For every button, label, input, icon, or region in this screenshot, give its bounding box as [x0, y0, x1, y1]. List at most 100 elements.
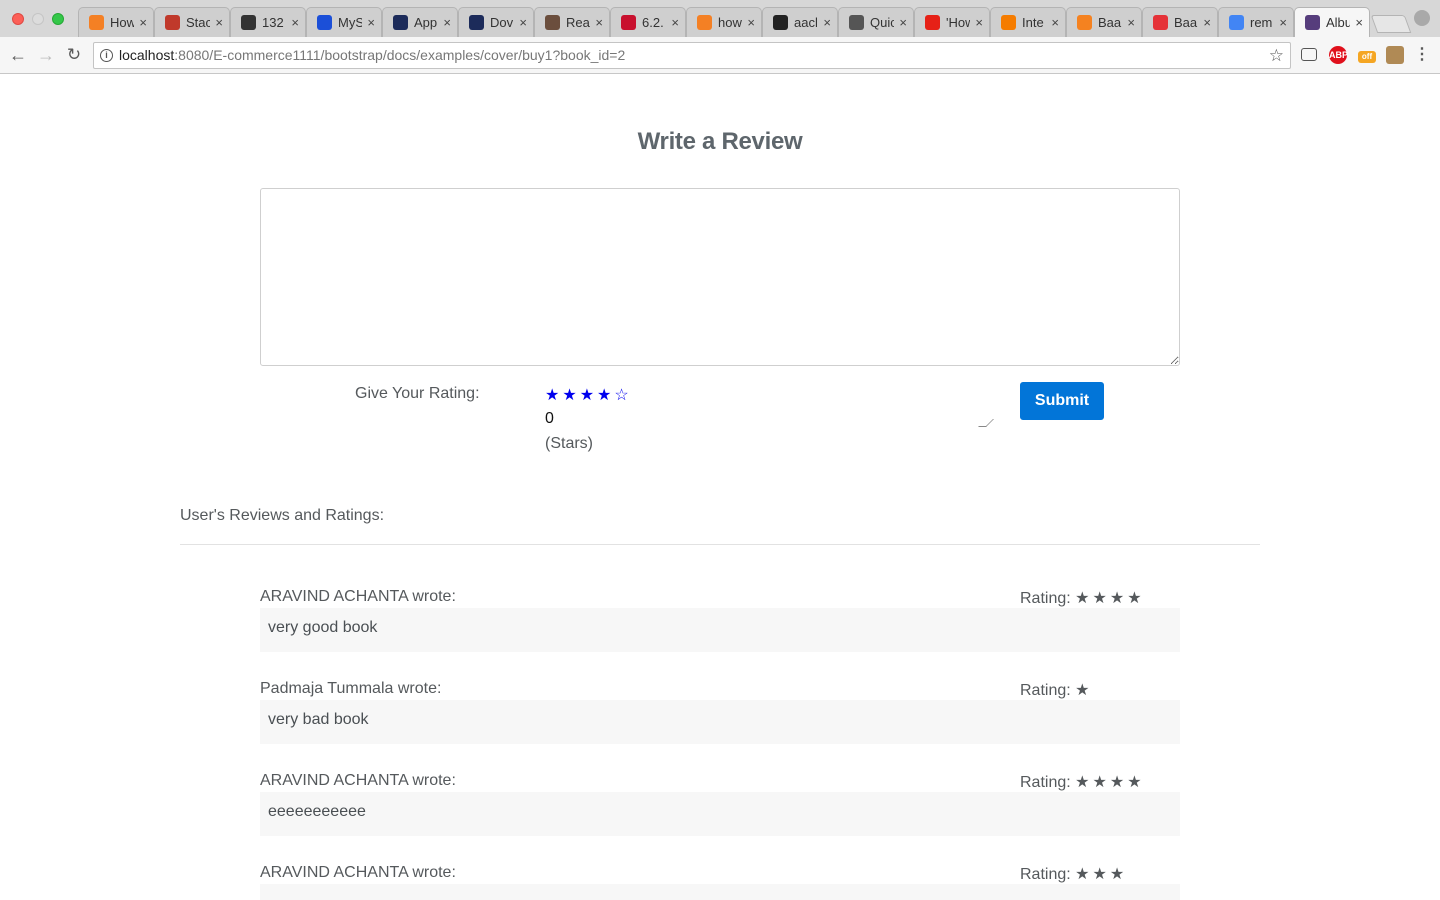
- rating-stars: ★: [1075, 682, 1093, 699]
- review-rating: Rating: ★★★: [1020, 864, 1127, 884]
- browser-tab[interactable]: How ×: [78, 7, 154, 37]
- tab-label: Quic: [870, 15, 894, 30]
- close-tab-icon[interactable]: ×: [595, 15, 603, 30]
- review-author: Padmaja Tummala wrote:: [260, 680, 442, 697]
- close-tab-icon[interactable]: ×: [975, 15, 983, 30]
- browser-tab[interactable]: Quic ×: [838, 7, 914, 37]
- close-tab-icon[interactable]: ×: [899, 15, 907, 30]
- close-tab-icon[interactable]: ×: [139, 15, 147, 30]
- eye-icon: [393, 15, 408, 30]
- close-tab-icon[interactable]: ×: [671, 15, 679, 30]
- reviews-heading: User's Reviews and Ratings:: [180, 507, 385, 524]
- avatar-icon: [545, 15, 560, 30]
- review-textarea[interactable]: [260, 188, 1180, 366]
- extension-icon[interactable]: [1386, 46, 1404, 64]
- bookmark-star-icon[interactable]: ☆: [1269, 43, 1284, 68]
- info-icon[interactable]: i: [100, 49, 113, 62]
- close-tab-icon[interactable]: ×: [823, 15, 831, 30]
- tab-label: How: [110, 15, 134, 30]
- browser-tab[interactable]: Inte ×: [990, 7, 1066, 37]
- profile-icon[interactable]: [1414, 10, 1430, 26]
- review-author: ARAVIND ACHANTA wrote:: [260, 864, 456, 881]
- forward-icon[interactable]: →: [36, 45, 56, 65]
- browser-tab[interactable]: 6.2. ×: [610, 7, 686, 37]
- review-rating: Rating: ★★★★: [1020, 588, 1145, 608]
- browser-tab[interactable]: Albu ×: [1294, 7, 1370, 37]
- tab-label: Inte: [1022, 15, 1044, 30]
- tab-label: App: [414, 15, 438, 30]
- tab-label: Baa: [1174, 15, 1198, 30]
- review-item: ARAVIND ACHANTA wrote: Rating: ★★★★ very g…: [260, 588, 1180, 652]
- book-icon: [849, 15, 864, 30]
- browser-tab[interactable]: Dov ×: [458, 7, 534, 37]
- close-tab-icon[interactable]: ×: [519, 15, 527, 30]
- rating-value-field[interactable]: 0: [545, 410, 994, 427]
- bootstrap-icon: [1305, 15, 1320, 30]
- back-icon[interactable]: ←: [8, 45, 28, 65]
- review-rating: Rating: ★: [1020, 680, 1093, 700]
- close-tab-icon[interactable]: ×: [1279, 15, 1287, 30]
- resize-grip-icon[interactable]: [978, 419, 994, 427]
- rating-stars: ★★★★: [1075, 590, 1145, 607]
- browser-tab[interactable]: Stac ×: [154, 7, 230, 37]
- browser-tab[interactable]: Baa ×: [1066, 7, 1142, 37]
- close-window-button[interactable]: [12, 13, 24, 25]
- new-tab-button[interactable]: [1370, 15, 1412, 33]
- stars-unit-label: (Stars): [545, 435, 593, 452]
- stackoverflow-icon: [697, 15, 712, 30]
- review-text: eeeeeeeeeee: [260, 792, 1180, 836]
- review-text: [260, 884, 1180, 900]
- stackexchange-icon: [165, 15, 180, 30]
- coupon-extension-icon[interactable]: off: [1358, 51, 1376, 63]
- close-tab-icon[interactable]: ×: [1051, 15, 1059, 30]
- ebay-icon: [1153, 15, 1168, 30]
- gear-icon: [241, 15, 256, 30]
- rating-prefix: Rating:: [1020, 590, 1071, 607]
- close-tab-icon[interactable]: ×: [367, 15, 375, 30]
- maximize-window-button[interactable]: [52, 13, 64, 25]
- rating-prefix: Rating:: [1020, 774, 1071, 791]
- cast-icon[interactable]: [1301, 48, 1317, 61]
- rating-prefix: Rating:: [1020, 682, 1071, 699]
- address-bar[interactable]: i localhost:8080/E-commerce1111/bootstra…: [93, 42, 1291, 69]
- browser-tab[interactable]: MyS ×: [306, 7, 382, 37]
- tab-label: 132: [262, 15, 284, 30]
- dr-icon: [621, 15, 636, 30]
- browser-tab[interactable]: rem ×: [1218, 7, 1294, 37]
- stackoverflow-icon: [89, 15, 104, 30]
- close-tab-icon[interactable]: ×: [215, 15, 223, 30]
- baeldung-icon: [1077, 15, 1092, 30]
- adblock-icon[interactable]: ABP: [1329, 46, 1348, 64]
- rating-value: 0: [545, 410, 554, 427]
- eye-icon: [469, 15, 484, 30]
- review-item: ARAVIND ACHANTA wrote: Rating: ★★★★ eeeeee…: [260, 772, 1180, 836]
- close-tab-icon[interactable]: ×: [291, 15, 299, 30]
- browser-tab[interactable]: 132 ×: [230, 7, 306, 37]
- close-tab-icon[interactable]: ×: [1127, 15, 1135, 30]
- reload-icon[interactable]: ↻: [64, 45, 84, 65]
- tab-label: Dov: [490, 15, 514, 30]
- close-tab-icon[interactable]: ×: [1203, 15, 1211, 30]
- browser-tab[interactable]: Baa ×: [1142, 7, 1218, 37]
- browser-toolbar: ← → ↻ i localhost:8080/E-commerce1111/bo…: [0, 37, 1440, 74]
- browser-tab[interactable]: how ×: [686, 7, 762, 37]
- tab-label: how: [718, 15, 742, 30]
- menu-icon[interactable]: ⋮: [1412, 45, 1432, 65]
- tab-label: Rea: [566, 15, 590, 30]
- flame-icon: [1001, 15, 1016, 30]
- url-host: localhost: [119, 47, 175, 63]
- close-tab-icon[interactable]: ×: [443, 15, 451, 30]
- close-tab-icon[interactable]: ×: [1355, 15, 1363, 30]
- submit-button[interactable]: Submit: [1020, 382, 1104, 420]
- tab-label: Albu: [1326, 15, 1350, 30]
- browser-tab[interactable]: App ×: [382, 7, 458, 37]
- browser-tab[interactable]: 'How ×: [914, 7, 990, 37]
- minimize-window-button[interactable]: [32, 13, 44, 25]
- close-tab-icon[interactable]: ×: [747, 15, 755, 30]
- star-rating-picker[interactable]: ★★★★☆: [545, 385, 632, 405]
- browser-tab[interactable]: aacl ×: [762, 7, 838, 37]
- page-title: Write a Review: [637, 128, 803, 155]
- tab-label: 6.2.: [642, 15, 664, 30]
- browser-tab[interactable]: Rea ×: [534, 7, 610, 37]
- url-path: :8080/E-commerce1111/bootstrap/docs/exam…: [174, 47, 626, 63]
